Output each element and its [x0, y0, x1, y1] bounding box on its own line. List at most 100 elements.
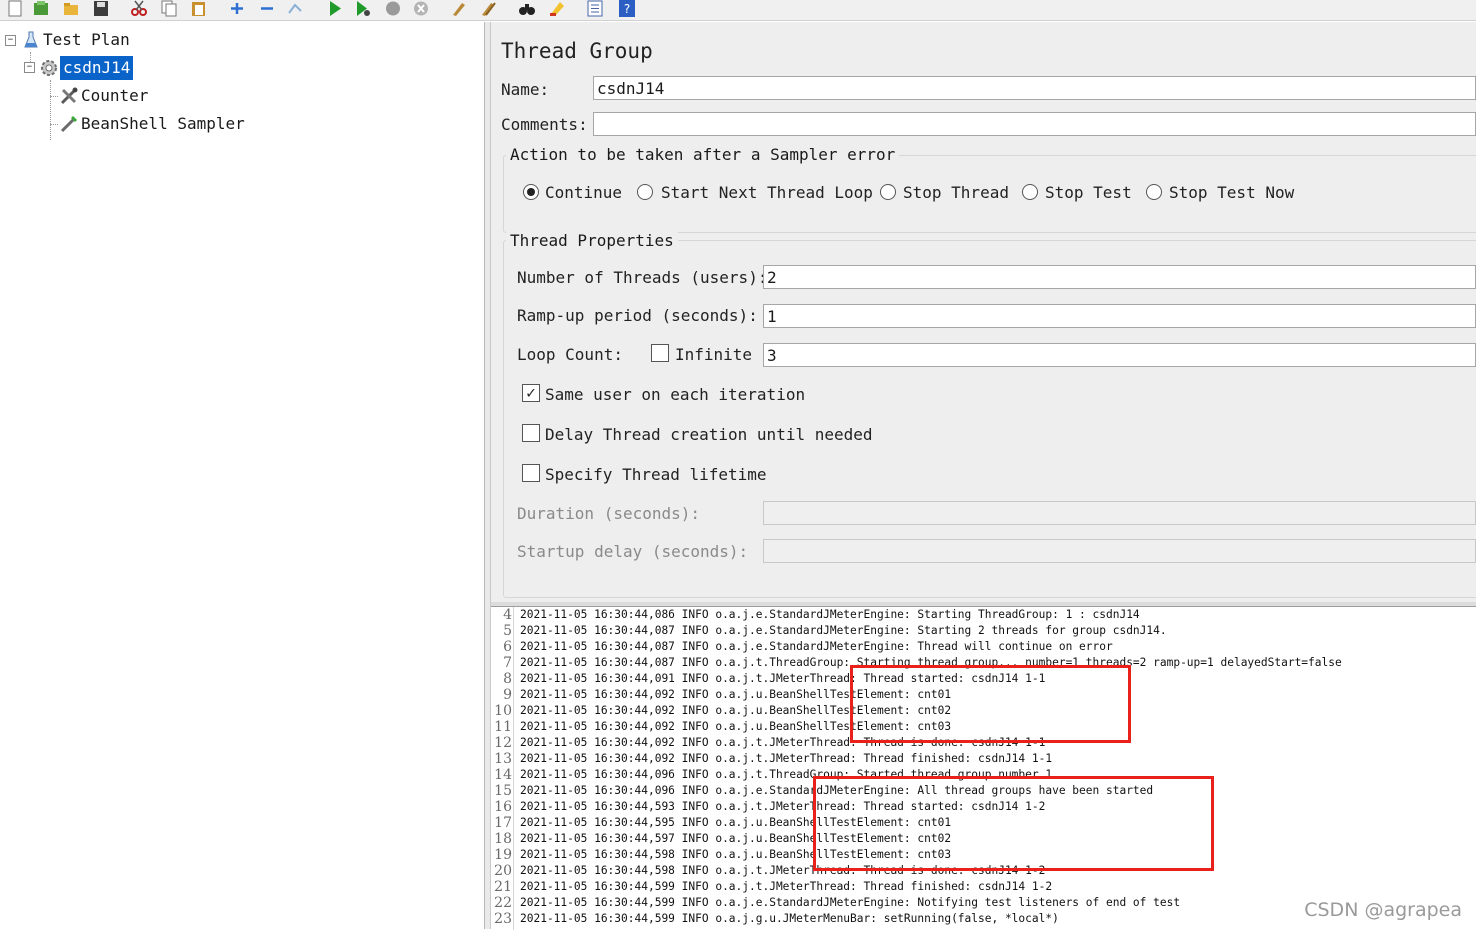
- continue-label: Continue: [545, 183, 623, 202]
- stop-thread-label: Stop Thread: [903, 183, 1009, 202]
- page-title: Thread Group: [501, 39, 653, 63]
- test-plan-icon: [24, 31, 38, 49]
- new-icon[interactable]: [6, 0, 24, 17]
- paste-icon[interactable]: [190, 0, 208, 17]
- start-no-pauses-icon[interactable]: [354, 0, 372, 17]
- loop-count-label: Loop Count:: [517, 345, 623, 364]
- collapse-toggle[interactable]: −: [5, 35, 16, 46]
- infinite-checkbox[interactable]: [651, 344, 669, 362]
- delay-thread-creation-checkbox[interactable]: [522, 424, 540, 442]
- svg-text:?: ?: [624, 2, 630, 16]
- log-line-number: 11: [494, 719, 512, 735]
- specify-lifetime-label: Specify Thread lifetime: [545, 465, 767, 484]
- collapse-toggle[interactable]: −: [24, 62, 35, 73]
- collapse-icon[interactable]: [258, 0, 276, 17]
- log-line-number: 7: [503, 655, 512, 671]
- counter-icon: [59, 86, 79, 106]
- thread-properties-title: Thread Properties: [506, 231, 678, 251]
- shutdown-icon[interactable]: [412, 0, 430, 17]
- search-icon[interactable]: [518, 0, 536, 17]
- copy-icon[interactable]: [160, 0, 178, 17]
- log-line: 2021-11-05 16:30:44,599 INFO o.a.j.g.u.J…: [520, 912, 1059, 925]
- save-icon[interactable]: [92, 0, 110, 17]
- start-next-thread-loop-radio[interactable]: [637, 184, 653, 200]
- expand-icon[interactable]: [228, 0, 246, 17]
- sampler-error-action-title: Action to be taken after a Sampler error: [506, 145, 900, 165]
- log-line-number: 10: [494, 703, 512, 719]
- delay-thread-creation-label: Delay Thread creation until needed: [545, 425, 873, 444]
- name-label: Name:: [501, 80, 550, 99]
- stop-icon[interactable]: [384, 0, 402, 17]
- name-field[interactable]: csdnJ14: [593, 76, 1476, 100]
- specify-lifetime-checkbox[interactable]: [522, 464, 540, 482]
- log-viewer[interactable]: 4 5 6 7 8 9 10 11 12 13 14 15 16 17 18 19 20 21 22 23 2021-…: [491, 606, 1476, 930]
- reset-search-icon[interactable]: [548, 0, 566, 17]
- comments-label: Comments:: [501, 115, 588, 134]
- log-line-number: 19: [494, 847, 512, 863]
- open-icon[interactable]: [62, 0, 80, 17]
- stop-test-now-radio[interactable]: [1146, 184, 1162, 200]
- comments-field[interactable]: [593, 112, 1476, 136]
- start-next-thread-loop-label: Start Next Thread Loop: [661, 183, 873, 202]
- same-user-checkbox[interactable]: ✓: [522, 384, 540, 402]
- stop-test-label: Stop Test: [1045, 183, 1132, 202]
- log-line-number: 9: [503, 687, 512, 703]
- stop-thread-radio[interactable]: [880, 184, 896, 200]
- function-helper-icon[interactable]: [586, 0, 604, 17]
- templates-icon[interactable]: [32, 0, 50, 17]
- loop-count-field[interactable]: 3: [763, 343, 1476, 367]
- log-line-number: 21: [494, 879, 512, 895]
- cut-icon[interactable]: [130, 0, 148, 17]
- log-line: 2021-11-05 16:30:44,599 INFO o.a.j.e.Sta…: [520, 896, 1181, 909]
- start-icon[interactable]: [326, 0, 344, 17]
- log-line-numbers: 4 5 6 7 8 9 10 11 12 13 14 15 16 17 18 19 20 21 22 23: [491, 607, 514, 930]
- threads-label: Number of Threads (users):: [517, 268, 768, 287]
- log-line-number: 13: [494, 751, 512, 767]
- thread-group-icon: [39, 58, 59, 78]
- toggle-icon[interactable]: [286, 0, 304, 17]
- threads-field[interactable]: 2: [763, 265, 1476, 289]
- log-line-number: 18: [494, 831, 512, 847]
- log-line-number: 4: [503, 607, 512, 623]
- tree-item-counter[interactable]: Counter: [81, 86, 148, 106]
- tree-item-beanshell-sampler[interactable]: BeanShell Sampler: [81, 114, 245, 134]
- rampup-field[interactable]: 1: [763, 304, 1476, 328]
- log-line-number: 12: [494, 735, 512, 751]
- highlight-box: [850, 665, 1131, 743]
- help-icon[interactable]: ?: [618, 0, 636, 17]
- startup-delay-field: [763, 539, 1476, 563]
- duration-field: [763, 501, 1476, 525]
- test-plan-tree: − Test Plan − csdnJ14 Counter BeanShell …: [0, 22, 485, 929]
- watermark: CSDN @agrapea: [1304, 899, 1462, 921]
- duration-label: Duration (seconds):: [517, 504, 701, 523]
- stop-test-radio[interactable]: [1022, 184, 1038, 200]
- toolbar: ?: [0, 0, 1476, 21]
- thread-group-panel: Thread Group Name: csdnJ14 Comments: Act…: [491, 22, 1476, 602]
- log-line-number: 6: [503, 639, 512, 655]
- log-line-number: 15: [494, 783, 512, 799]
- log-line-number: 22: [494, 895, 512, 911]
- sampler-icon: [59, 114, 79, 134]
- log-line: 2021-11-05 16:30:44,087 INFO o.a.j.e.Sta…: [520, 624, 1167, 637]
- log-line-number: 20: [494, 863, 512, 879]
- infinite-label: Infinite: [675, 345, 753, 364]
- rampup-label: Ramp-up period (seconds):: [517, 306, 758, 325]
- log-line-number: 14: [494, 767, 512, 783]
- continue-radio[interactable]: [523, 184, 539, 200]
- log-line: 2021-11-05 16:30:44,087 INFO o.a.j.e.Sta…: [520, 640, 1113, 653]
- log-line-number: 23: [494, 911, 512, 927]
- clear-icon[interactable]: [450, 0, 468, 17]
- log-line-number: 5: [503, 623, 512, 639]
- log-line-number: 17: [494, 815, 512, 831]
- tree-item-test-plan[interactable]: Test Plan: [43, 30, 130, 50]
- log-line-number: 8: [503, 671, 512, 687]
- stop-test-now-label: Stop Test Now: [1169, 183, 1295, 202]
- clear-all-icon[interactable]: [480, 0, 498, 17]
- same-user-label: Same user on each iteration: [545, 385, 806, 404]
- tree-item-thread-group[interactable]: csdnJ14: [60, 56, 134, 80]
- log-line-number: 16: [494, 799, 512, 815]
- log-line: 2021-11-05 16:30:44,092 INFO o.a.j.t.JMe…: [520, 752, 1053, 765]
- log-line: 2021-11-05 16:30:44,599 INFO o.a.j.t.JMe…: [520, 880, 1053, 893]
- log-line: 2021-11-05 16:30:44,086 INFO o.a.j.e.Sta…: [520, 608, 1140, 621]
- startup-delay-label: Startup delay (seconds):: [517, 542, 749, 561]
